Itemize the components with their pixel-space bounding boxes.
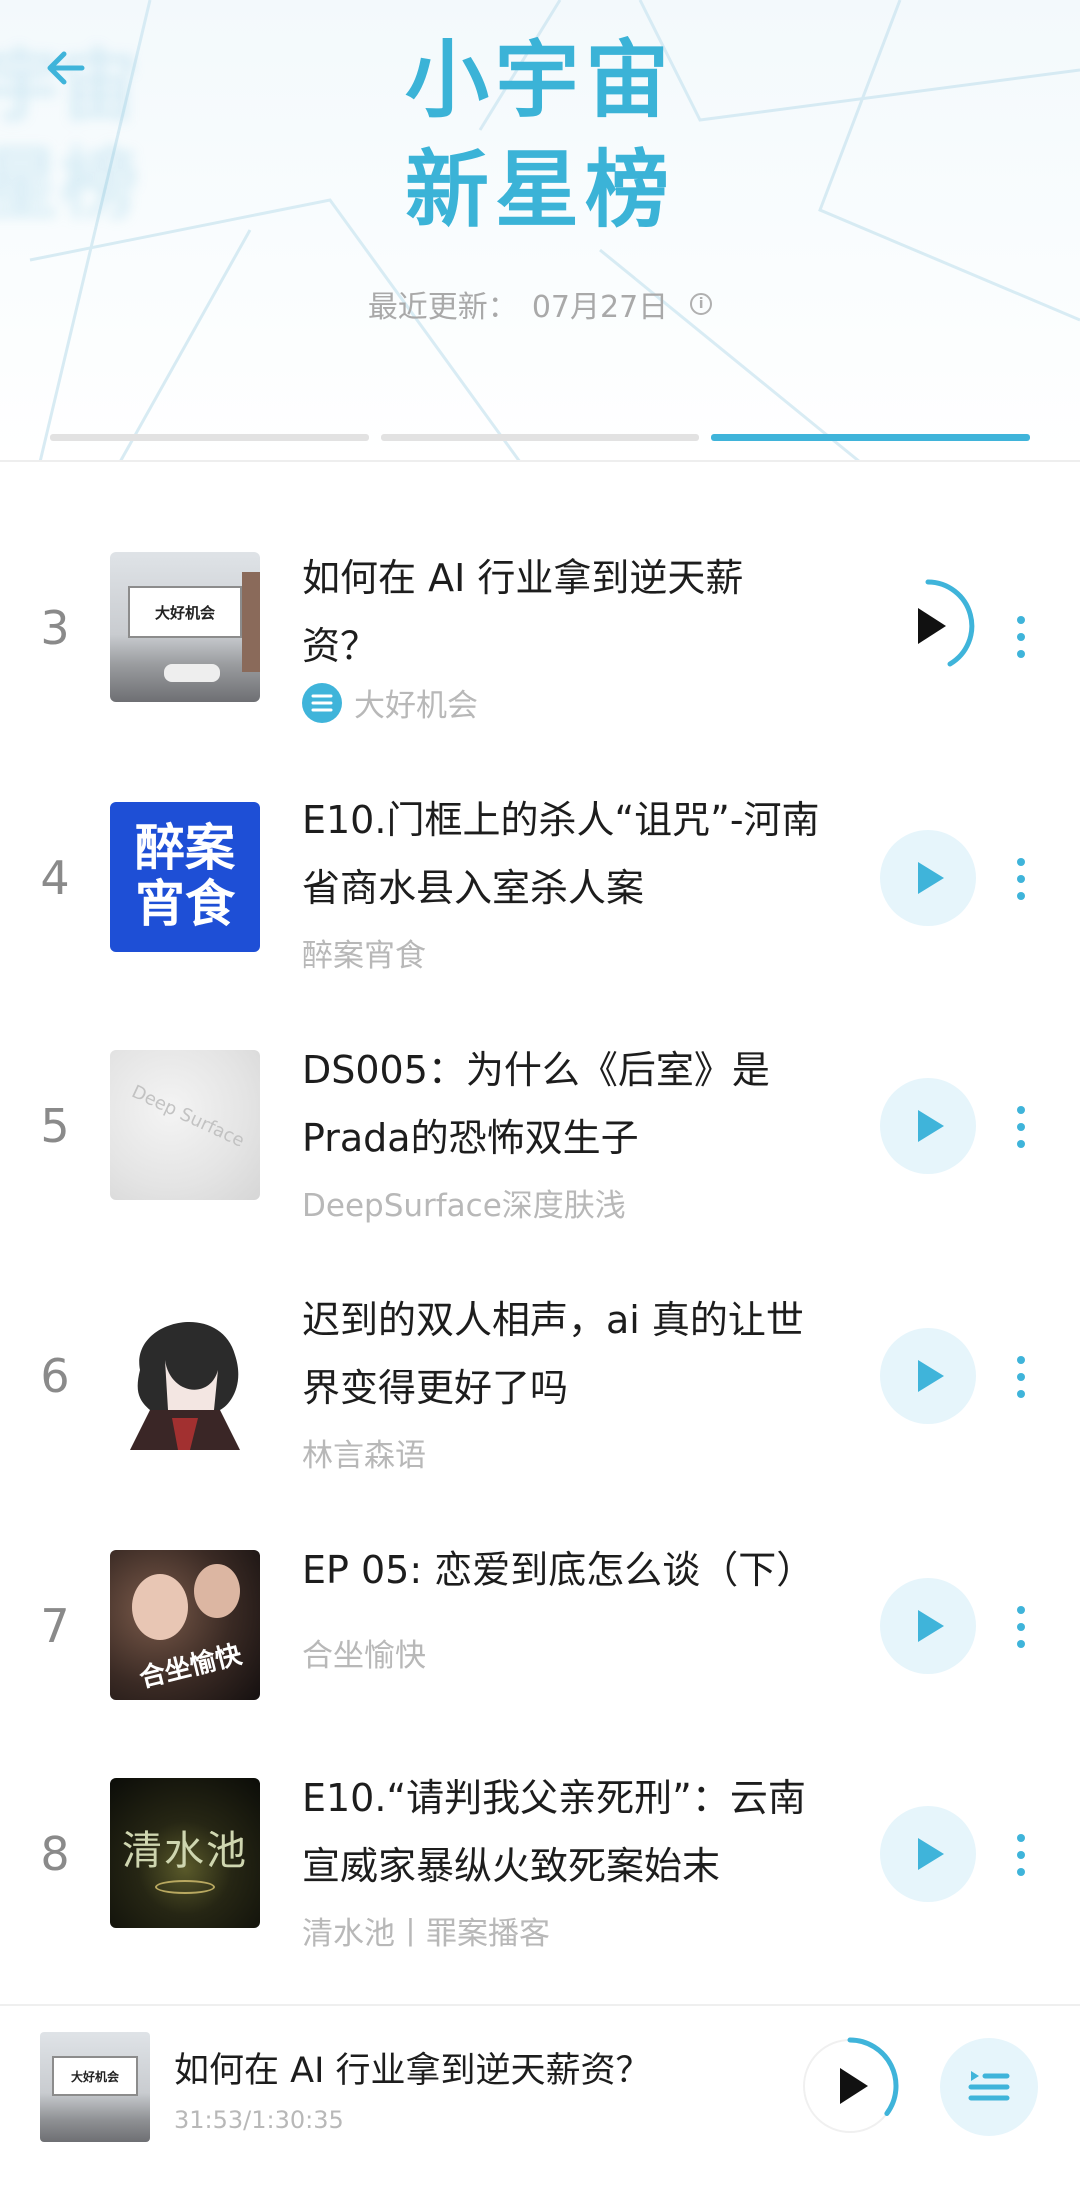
play-button[interactable] — [880, 1328, 976, 1424]
episode-cover[interactable]: 清水池 — [110, 1778, 260, 1928]
cover-ripple — [155, 1880, 215, 1894]
tab-3[interactable] — [711, 434, 1031, 441]
info-icon[interactable]: i — [690, 293, 713, 315]
player-cover[interactable]: 大好机会 — [40, 2032, 150, 2142]
podcast-name-row: 合坐愉快 — [302, 1630, 426, 1675]
cover-car — [164, 664, 220, 682]
podcast-name[interactable]: 大好机会 — [354, 680, 478, 725]
rank-number: 8 — [40, 1827, 70, 1881]
playlist-icon — [968, 2071, 1010, 2101]
more-options-button[interactable] — [1000, 602, 1042, 672]
play-button[interactable] — [880, 1078, 976, 1174]
play-progress-icon — [803, 2037, 899, 2133]
rank-number: 3 — [40, 601, 70, 655]
update-info: 最近更新： 07月27日 i — [0, 282, 1080, 326]
page-title-line1: 小宇宙 — [404, 31, 675, 129]
podcast-name-row: 清水池丨罪案播客 — [302, 1908, 550, 1953]
episode-title: E10.门框上的杀人“诅咒”-河南 省商水县入室杀人案 — [302, 798, 820, 910]
play-icon — [918, 1610, 944, 1642]
list-item[interactable]: 6 迟到的双人相声，ai 真的让世 界变得更好了吗 林言森语 — [0, 1266, 1080, 1486]
episode-cover[interactable]: 合坐愉快 — [110, 1550, 260, 1700]
tab-2[interactable] — [380, 434, 700, 441]
page-title-line2: 新星榜 — [404, 141, 675, 239]
cover-face — [194, 1564, 240, 1618]
update-date: 07月27日 — [531, 290, 669, 325]
more-options-button[interactable] — [1000, 1820, 1042, 1890]
cover-building — [242, 572, 260, 672]
playlist-button[interactable] — [940, 2038, 1038, 2136]
podcast-name[interactable]: 清水池丨罪案播客 — [302, 1908, 550, 1953]
header: 宇宙 星榜 小宇宙 新星榜 最近更新： 07月27日 i — [0, 0, 1080, 462]
episode-title: E10.“请判我父亲死刑”：云南 宣威家暴纵火致死案始末 — [302, 1776, 806, 1888]
list-icon — [302, 682, 342, 723]
cover-billboard: 大好机会 — [128, 586, 242, 638]
mini-player[interactable]: 大好机会 如何在 AI 行业拿到逆天薪资？ 31:53/1:30:35 — [0, 2004, 1080, 2196]
cover-text: Deep Surface — [128, 1081, 248, 1152]
podcast-name-row: DeepSurface深度肤浅 — [302, 1180, 626, 1225]
episode-title: 迟到的双人相声，ai 真的让世 界变得更好了吗 — [302, 1298, 804, 1410]
play-progress-icon — [884, 579, 975, 670]
page: 宇宙 星榜 小宇宙 新星榜 最近更新： 07月27日 i 3 大好机会 如何在 … — [0, 0, 1080, 2196]
podcast-name-row: 林言森语 — [302, 1430, 426, 1475]
more-options-button[interactable] — [1000, 1342, 1042, 1412]
more-options-button[interactable] — [1000, 844, 1042, 914]
play-icon — [918, 1360, 944, 1392]
list-item[interactable]: 7 合坐愉快 EP 05: 恋爱到底怎么谈（下） 合坐愉快 — [0, 1516, 1080, 1736]
episode-cover[interactable]: 大好机会 — [110, 552, 260, 702]
chart-tabs — [50, 434, 1031, 442]
tab-1[interactable] — [50, 434, 369, 441]
play-button[interactable] — [880, 1578, 976, 1674]
podcast-name[interactable]: 合坐愉快 — [302, 1630, 426, 1675]
play-button[interactable] — [880, 830, 976, 926]
episode-title: DS005：为什么《后室》是 Prada的恐怖双生子 — [302, 1048, 770, 1160]
cover-face — [132, 1574, 188, 1640]
play-button[interactable] — [880, 1806, 976, 1902]
play-icon — [918, 1110, 944, 1142]
podcast-name-row: 醉案宵食 — [302, 930, 426, 975]
cover-text: 清水池 — [122, 1828, 248, 1874]
more-options-button[interactable] — [1000, 1092, 1042, 1162]
player-play-button[interactable] — [800, 2036, 900, 2136]
rank-number: 4 — [40, 851, 70, 905]
podcast-name-row: 大好机会 — [302, 680, 478, 725]
more-options-button[interactable] — [1000, 1592, 1042, 1662]
cover-billboard: 大好机会 — [52, 2056, 138, 2096]
play-icon — [918, 862, 944, 894]
episode-cover[interactable]: Deep Surface — [110, 1050, 260, 1200]
podcast-name[interactable]: 醉案宵食 — [302, 930, 426, 975]
podcast-name[interactable]: 林言森语 — [302, 1430, 426, 1475]
update-label: 最近更新： — [367, 290, 518, 325]
episode-title: 如何在 AI 行业拿到逆天薪 资？ — [302, 556, 744, 668]
list-item[interactable]: 5 Deep Surface DS005：为什么《后室》是 Prada的恐怖双生… — [0, 1016, 1080, 1236]
cover-text: 醉案 宵食 — [135, 819, 235, 933]
play-icon — [918, 1838, 944, 1870]
rank-number: 5 — [40, 1099, 70, 1153]
episode-title: EP 05: 恋爱到底怎么谈（下） — [302, 1548, 815, 1592]
cover-illustration — [130, 1322, 240, 1450]
play-button[interactable] — [880, 578, 976, 674]
episode-cover[interactable]: 醉案 宵食 — [110, 802, 260, 952]
list-item[interactable]: 8 清水池 E10.“请判我父亲死刑”：云南 宣威家暴纵火致死案始末 清水池丨罪… — [0, 1744, 1080, 1964]
header-divider — [0, 460, 1080, 462]
cover-text: 合坐愉快 — [136, 1639, 245, 1695]
rank-number: 6 — [40, 1349, 70, 1403]
podcast-name[interactable]: DeepSurface深度肤浅 — [302, 1180, 626, 1225]
list-item[interactable]: 4 醉案 宵食 E10.门框上的杀人“诅咒”-河南 省商水县入室杀人案 醉案宵食 — [0, 766, 1080, 986]
player-title[interactable]: 如何在 AI 行业拿到逆天薪资？ — [174, 2042, 651, 2093]
list-item[interactable]: 3 大好机会 如何在 AI 行业拿到逆天薪 资？ 大好机会 — [0, 518, 1080, 738]
episode-cover[interactable] — [110, 1300, 260, 1450]
rank-number: 7 — [40, 1599, 70, 1653]
player-time: 31:53/1:30:35 — [174, 2106, 344, 2134]
